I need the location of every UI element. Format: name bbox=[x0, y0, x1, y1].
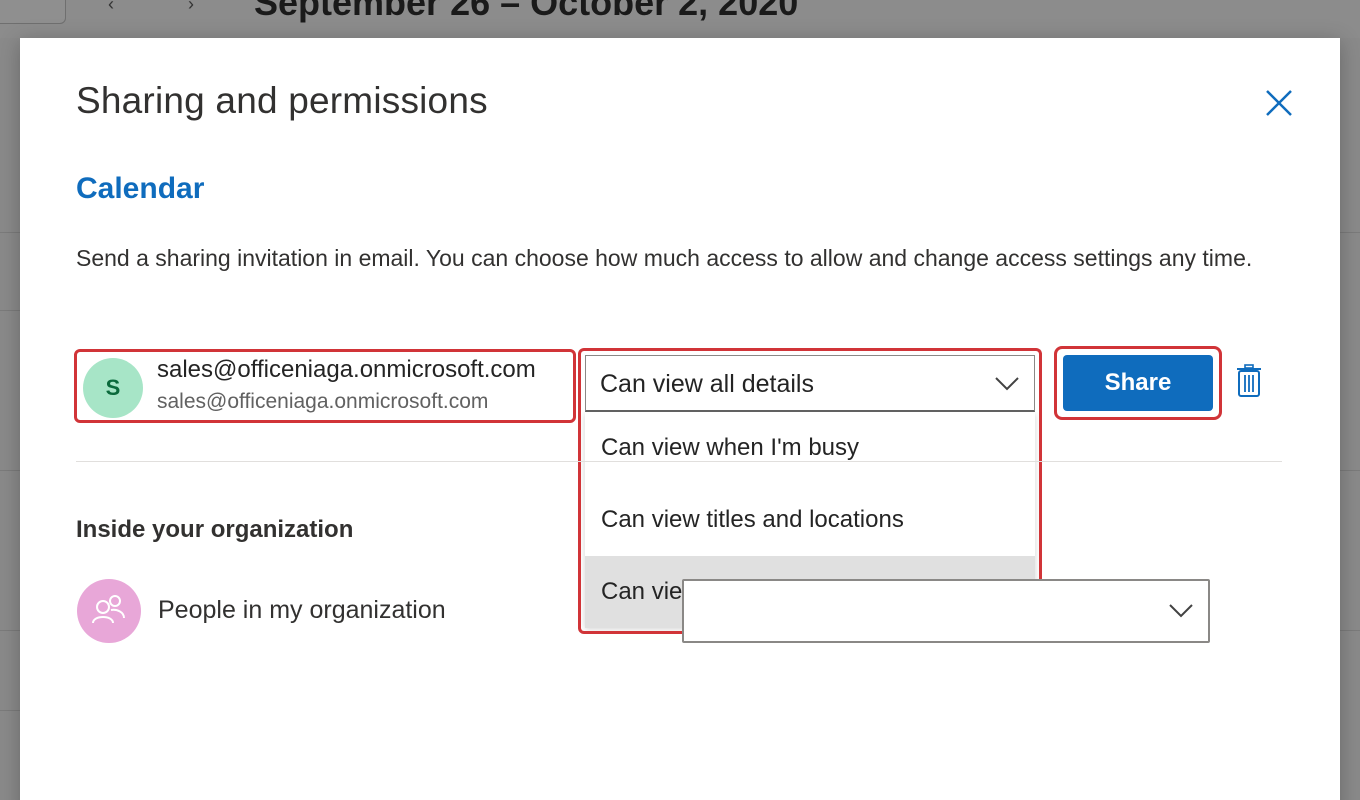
section-divider bbox=[76, 461, 1282, 462]
delete-recipient-button[interactable] bbox=[1234, 364, 1264, 398]
sharing-dialog: Sharing and permissions Calendar Send a … bbox=[20, 38, 1340, 800]
close-icon bbox=[1266, 90, 1292, 116]
chevron-down-icon bbox=[995, 377, 1019, 391]
permission-dropdown-field: Can view all details bbox=[585, 355, 1035, 412]
org-permission-dropdown[interactable] bbox=[682, 579, 1210, 643]
permission-option-busy[interactable]: Can view when I'm busy bbox=[585, 412, 1035, 484]
permission-option-titles-locations[interactable]: Can view titles and locations bbox=[585, 484, 1035, 556]
grid-line bbox=[1340, 630, 1360, 631]
people-icon bbox=[92, 595, 125, 624]
recipient-email: sales@officeniaga.onmicrosoft.com bbox=[157, 390, 489, 413]
recipient-avatar: S bbox=[83, 358, 143, 418]
date-range-title: September 26 – October 2, 2020 bbox=[254, 0, 799, 23]
trash-icon bbox=[1237, 364, 1261, 397]
grid-line bbox=[0, 470, 20, 471]
org-people-label: People in my organization bbox=[158, 596, 446, 624]
grid-line bbox=[1340, 470, 1360, 471]
recipient-chip[interactable]: S sales@officeniaga.onmicrosoft.com sale… bbox=[74, 349, 576, 423]
permission-selected-value: Can view all details bbox=[600, 370, 814, 398]
prev-week-icon: ‹ bbox=[108, 0, 114, 14]
share-button[interactable]: Share bbox=[1063, 355, 1213, 411]
close-button[interactable] bbox=[1262, 86, 1296, 120]
section-title-calendar: Calendar bbox=[76, 172, 205, 205]
permission-dropdown[interactable]: Can view all details bbox=[578, 348, 1042, 412]
recipient-name: sales@officeniaga.onmicrosoft.com bbox=[157, 356, 536, 383]
grid-line bbox=[1340, 232, 1360, 233]
grid-line bbox=[0, 630, 20, 631]
view-switcher: y) bbox=[0, 0, 66, 24]
calendar-header-background: y) ‹ › September 26 – October 2, 2020 bbox=[0, 0, 1360, 38]
dialog-title: Sharing and permissions bbox=[76, 80, 488, 121]
inside-org-heading: Inside your organization bbox=[76, 516, 354, 543]
people-avatar bbox=[77, 579, 141, 643]
share-button-highlight: Share bbox=[1054, 346, 1222, 420]
grid-line bbox=[0, 710, 20, 711]
grid-line bbox=[0, 310, 20, 311]
grid-line bbox=[0, 232, 20, 233]
sharing-description: Send a sharing invitation in email. You … bbox=[76, 245, 1253, 271]
next-week-icon: › bbox=[188, 0, 194, 14]
chevron-down-icon bbox=[1169, 604, 1193, 618]
